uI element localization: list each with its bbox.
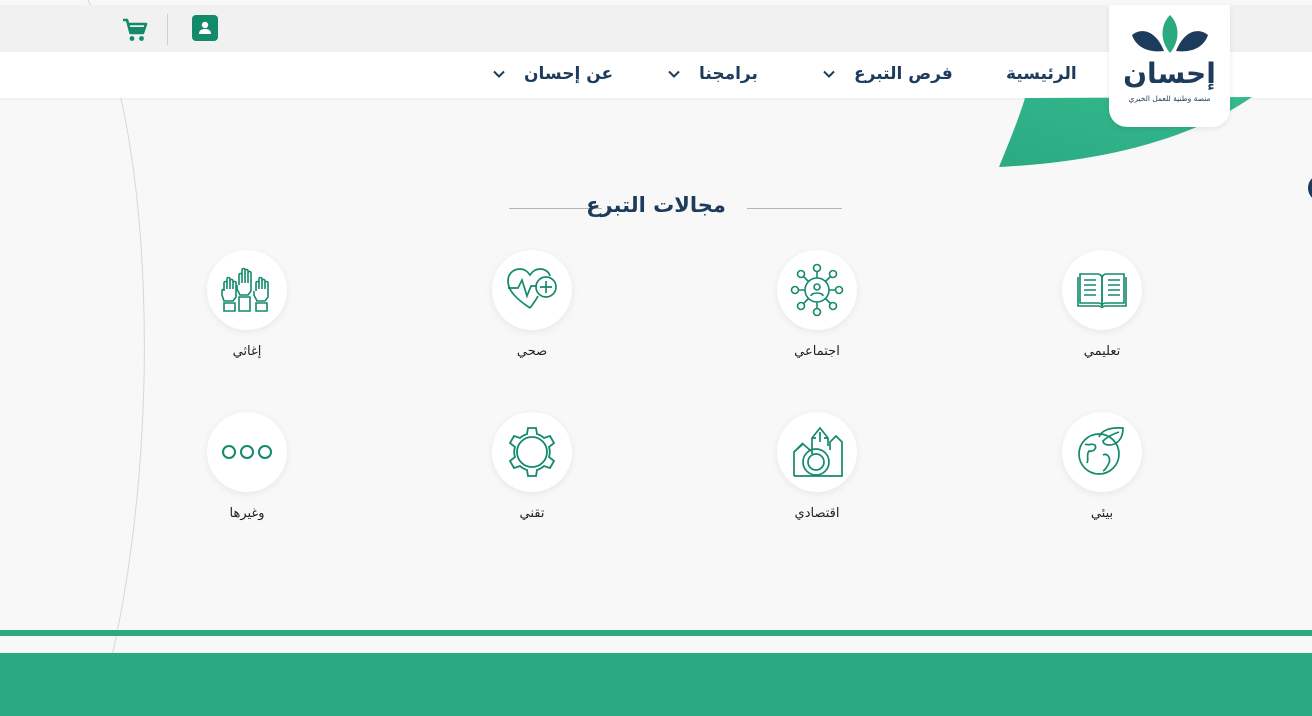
site-logo[interactable]: إحسان منصة وطنية للعمل الخيري bbox=[1109, 5, 1230, 127]
nav-programs[interactable]: برامجنا bbox=[667, 61, 758, 87]
shopping-cart-icon[interactable] bbox=[121, 17, 149, 43]
section-title: مجالات التبرع bbox=[586, 193, 726, 217]
logo-tagline: منصة وطنية للعمل الخيري bbox=[1128, 94, 1211, 103]
page: الرئيسية فرص التبرع برامجنا عن إحسان إحس… bbox=[0, 0, 1312, 716]
economic-growth-icon bbox=[793, 426, 843, 477]
footer bbox=[0, 653, 1312, 716]
category-relief[interactable]: إغاثي bbox=[187, 250, 307, 359]
chevron-down-icon bbox=[823, 70, 835, 78]
category-technical[interactable]: تقني bbox=[472, 412, 592, 521]
nav-about-label: عن إحسان bbox=[524, 64, 614, 84]
community-network-icon bbox=[790, 263, 844, 317]
nav-home-label: الرئيسية bbox=[1006, 64, 1077, 84]
chevron-down-icon bbox=[668, 70, 680, 78]
logo-wordmark: إحسان bbox=[1123, 57, 1216, 90]
category-label: إغاثي bbox=[232, 344, 262, 359]
category-others[interactable]: وغيرها bbox=[187, 412, 307, 521]
category-educational[interactable]: تعليمي bbox=[1042, 250, 1162, 359]
nav-home[interactable]: الرئيسية bbox=[1006, 61, 1077, 87]
user-account-icon[interactable] bbox=[192, 15, 218, 41]
raised-hands-icon bbox=[221, 267, 269, 312]
nav-donation-opportunities-label: فرص التبرع bbox=[854, 64, 953, 84]
nav-programs-label: برامجنا bbox=[699, 64, 758, 84]
globe-leaf-icon bbox=[1078, 427, 1124, 475]
category-label: بيئي bbox=[1090, 506, 1114, 521]
nav-about[interactable]: عن إحسان bbox=[492, 61, 613, 87]
category-label: صحي bbox=[516, 344, 548, 359]
category-label: اجتماعي bbox=[794, 344, 840, 359]
category-label: تعليمي bbox=[1083, 344, 1121, 359]
category-economic[interactable]: اقتصادي bbox=[757, 412, 877, 521]
category-health[interactable]: صحي bbox=[472, 250, 592, 359]
nav-donation-opportunities[interactable]: فرص التبرع bbox=[822, 61, 953, 87]
footer-top-border bbox=[0, 630, 1312, 636]
gear-icon bbox=[508, 427, 556, 477]
leaves-logo-icon bbox=[1132, 15, 1208, 53]
category-label: تقني bbox=[519, 506, 545, 521]
toolbar-divider bbox=[167, 14, 168, 45]
category-environmental[interactable]: بيئي bbox=[1042, 412, 1162, 521]
category-social[interactable]: اجتماعي bbox=[757, 250, 877, 359]
category-label: وغيرها bbox=[229, 506, 265, 521]
heart-health-icon bbox=[507, 268, 557, 309]
more-circles-icon bbox=[222, 445, 272, 459]
category-label: اقتصادي bbox=[794, 506, 840, 521]
open-book-icon bbox=[1077, 273, 1127, 309]
chevron-down-icon bbox=[493, 70, 505, 78]
